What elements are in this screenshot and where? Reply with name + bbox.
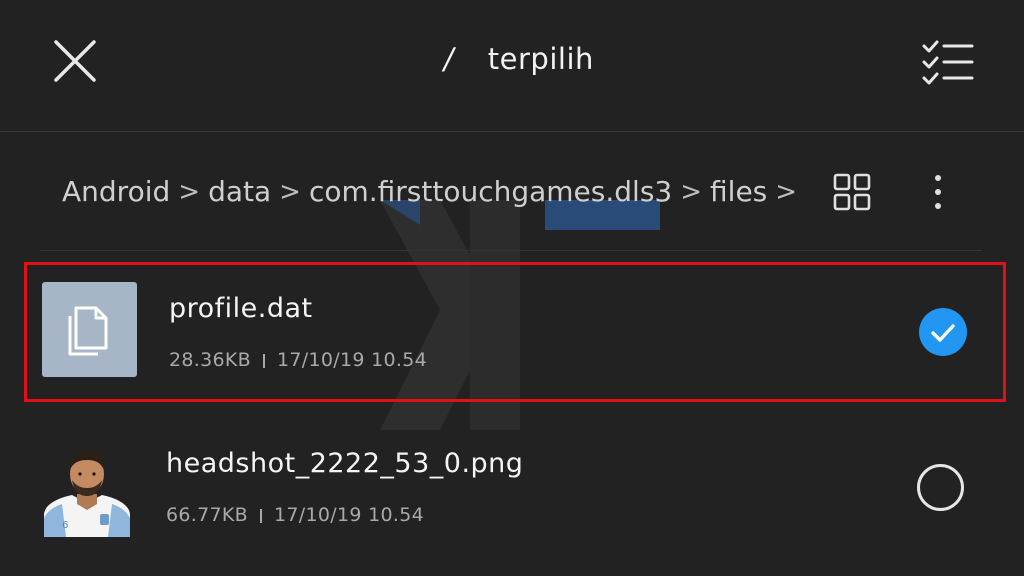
selection-checkbox-checked[interactable] [919,308,967,356]
file-date: 17/10/19 10.54 [277,349,427,371]
breadcrumb-item-android[interactable]: Android [62,175,170,208]
breadcrumb-item-files[interactable]: files [710,175,767,208]
file-size: 66.77KB [166,504,248,526]
selection-header: / terpilih [0,0,1024,132]
more-options-button[interactable] [928,173,948,213]
file-row-profile-dat[interactable]: profile.dat 28.36KB 17/10/19 10.54 [24,262,1006,402]
chevron-right-icon: > [680,176,703,207]
file-meta: 66.77KB 17/10/19 10.54 [166,504,424,526]
file-thumbnail [42,282,137,377]
breadcrumb-item-data[interactable]: data [208,175,271,208]
breadcrumb-item-package[interactable]: com.firsttouchgames.dls3 [309,175,672,208]
more-vertical-icon [935,175,941,209]
file-size: 28.36KB [169,349,251,371]
selected-label: terpilih [487,42,594,76]
grid-view-button[interactable] [833,173,871,211]
checklist-icon [922,40,974,85]
selection-title: / terpilih [0,42,1024,76]
grid-view-icon [833,173,871,211]
document-copy-icon [68,306,108,356]
selection-checkbox-unchecked[interactable] [917,464,964,511]
breadcrumb: Android > data > com.firsttouchgames.dls… [62,175,805,208]
svg-text:6: 6 [62,520,68,531]
file-row-headshot-png[interactable]: 6 headshot_2222_53_0.png 66.77KB 17/10/19… [24,418,1006,558]
select-all-button[interactable] [918,38,976,86]
file-date: 17/10/19 10.54 [274,504,424,526]
chevron-right-icon: > [279,176,301,207]
chevron-right-icon: > [178,176,201,207]
meta-divider [263,353,265,368]
player-headshot-thumbnail: 6 [44,450,130,537]
file-name: headshot_2222_53_0.png [166,448,524,479]
check-icon [931,324,955,342]
file-thumbnail: 6 [40,442,135,537]
file-name: profile.dat [169,293,313,324]
file-meta: 28.36KB 17/10/19 10.54 [169,349,427,371]
path-bar: Android > data > com.firsttouchgames.dls… [40,133,982,251]
title-separator: / [443,42,455,76]
meta-divider [260,508,262,523]
chevron-right-icon: > [775,176,798,207]
